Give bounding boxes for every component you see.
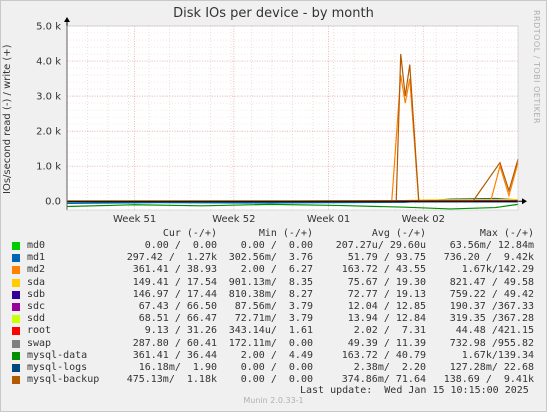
y-tick-label: 0.0 [45, 197, 61, 208]
x-tick-label: Week 52 [212, 214, 255, 225]
legend-series-name: sda [27, 276, 46, 288]
legend-swatch [12, 327, 20, 336]
legend-row-sdd: sdd 68.51 / 66.47 72.71m/ 3.79 13.94 / 12.8… [12, 313, 537, 325]
munin-footer: Munin 2.0.33-1 [243, 396, 304, 405]
legend-value-max: 736.20 / 9.42k [443, 252, 534, 264]
legend-row-md0: md0 0.00 / 0.00 0.00 / 0.00 207.27u/ 29.60u… [12, 240, 537, 252]
legend-value-max: 1.67k/139.34 [461, 349, 534, 361]
legend-swatch [12, 290, 20, 299]
legend-row-root: root 9.13 / 31.26 343.14u/ 1.61 2.02 / 7.31… [12, 325, 537, 337]
legend-value-max: 759.22 / 49.42 [449, 288, 534, 300]
legend-value-min: 172.11m/ 0.00 [228, 337, 313, 349]
legend-value-min: 87.56m/ 3.79 [234, 301, 313, 312]
legend-swatch [12, 315, 20, 324]
x-tick-label: Week 51 [113, 214, 156, 225]
legend-series-name: sdb [27, 288, 46, 300]
legend-series-name: mysql-logs [27, 362, 88, 373]
legend-value-min: 901.13m/ 8.35 [228, 276, 313, 288]
legend-series-name: sdd [27, 313, 46, 325]
legend-series-name: root [27, 325, 52, 337]
legend-swatch [12, 266, 20, 275]
legend-value-min: 810.38m/ 8.27 [228, 288, 313, 300]
legend-row-sdb: sdb 146.97 / 17.44 810.38m/ 8.27 72.77 / 19… [12, 289, 537, 301]
legend-swatch [12, 242, 20, 250]
legend-row-mysql-data: mysql-data 361.41 / 36.44 2.00 / 4.49 163.7… [12, 350, 537, 362]
legend-swatch [12, 376, 20, 385]
legend-swatch [12, 254, 20, 263]
y-tick-label: 2.0 k [36, 127, 61, 138]
x-tick-label: Week 02 [402, 214, 445, 225]
legend-value-max: 44.48 /421.15 [455, 325, 534, 337]
legend-row-swap: swap 287.80 / 60.41 172.11m/ 0.00 49.39 / 1… [12, 338, 537, 350]
legend-value-max: 127.28m/ 22.68 [449, 362, 534, 373]
legend-swatch [12, 364, 20, 372]
legend-swatch [12, 339, 20, 348]
y-tick-label: 3.0 k [36, 92, 61, 103]
x-axis-arrow [522, 198, 527, 205]
legend-row-sda: sda 149.41 / 17.54 901.13m/ 8.35 75.67 / 19… [12, 277, 537, 289]
legend-value-min: 2.00 / 4.49 [240, 349, 313, 361]
legend-series-name: sdc [27, 301, 46, 312]
legend-series-name: md0 [27, 240, 46, 251]
legend-value-min: 0.00 / 0.00 [240, 374, 313, 386]
y-axis-arrow [64, 17, 70, 22]
legend-row-md2: md2 361.41 / 38.93 2.00 / 6.27 163.72 / 43.… [12, 264, 537, 276]
legend-value-max: 319.35 /367.28 [449, 313, 534, 325]
y-tick-label: 5.0 k [36, 22, 61, 33]
legend-value-min: 0.00 / 0.00 [240, 362, 313, 373]
legend-value-min: 0.00 / 0.00 [240, 240, 313, 251]
y-tick-label: 4.0 k [36, 57, 61, 68]
legend-value-max: 138.69 / 9.41k [443, 374, 534, 386]
legend-series-name: swap [27, 337, 52, 349]
legend-value-max: 63.56m/ 12.84m [449, 240, 534, 251]
legend-value-max: 1.67k/142.29 [461, 264, 534, 276]
y-tick-label: 1.0 k [36, 162, 61, 173]
legend-row-sdc: sdc 67.43 / 66.50 87.56m/ 3.79 12.04 / 12.8… [12, 301, 537, 313]
legend-header-min: Min (-/+) [258, 228, 313, 239]
legend-row-md1: md1 297.42 / 1.27k 302.56m/ 3.76 51.79 / 93… [12, 252, 537, 264]
legend-series-name: md2 [27, 264, 46, 276]
legend-row-mysql-logs: mysql-logs 16.18m/ 1.90 0.00 / 0.00 2.38m/ … [12, 362, 537, 374]
legend-series-name: md1 [27, 252, 46, 264]
legend-swatch [12, 303, 20, 311]
legend-value-min: 302.56m/ 3.76 [228, 252, 313, 264]
legend-value-max: 821.47 / 49.58 [449, 276, 534, 288]
legend-series-name: mysql-data [27, 349, 88, 361]
legend-value-min: 2.00 / 6.27 [240, 264, 313, 276]
x-tick-label: Week 01 [307, 214, 350, 225]
legend-swatch [12, 278, 20, 287]
legend-value-min: 72.71m/ 3.79 [234, 313, 313, 325]
legend-header-max: Max (-/+) [479, 228, 534, 239]
legend-swatch [12, 351, 20, 360]
chart-area: 0.0 1.0 k 2.0 k 3.0 k 4.0 k 5.0 k Week 51 Week … [36, 17, 527, 225]
last-update: Last update: Wed Jan 15 10:15:00 2025 [300, 385, 529, 396]
legend-header-avg: Avg (-/+) [371, 228, 426, 239]
legend-value-max: 190.37 /367.33 [449, 301, 534, 312]
legend-value-min: 343.14u/ 1.61 [228, 325, 313, 337]
legend-value-max: 732.98 /955.82 [449, 337, 534, 349]
